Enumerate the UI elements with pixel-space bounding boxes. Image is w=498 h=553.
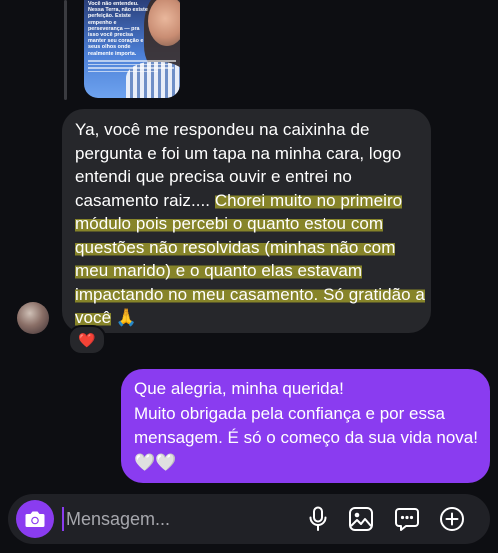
sent-message-line1: Que alegria, minha querida! (134, 379, 344, 398)
prayer-emoji: 🙏 (111, 308, 138, 327)
sender-avatar[interactable] (17, 302, 49, 334)
story-text: Você não entendeu. Nessa Terra, não exis… (88, 1, 148, 57)
plus-circle-icon (440, 507, 464, 531)
sent-message-line2: Muito obrigada pela confiança e por essa… (134, 403, 478, 472)
heart-reaction[interactable]: ❤️ (68, 325, 106, 355)
message-composer: Mensagem... (8, 494, 490, 544)
camera-icon (25, 511, 45, 527)
received-message-bubble[interactable]: Ya, você me respondeu na caixinha de per… (62, 109, 431, 333)
image-icon (349, 507, 373, 531)
received-message-text: Ya, você me respondeu na caixinha de per… (75, 118, 425, 330)
gallery-button[interactable] (347, 505, 375, 533)
received-message-highlight: Chorei muito no primeiro módulo pois per… (75, 190, 425, 327)
microphone-icon (309, 506, 327, 531)
story-reply-thumbnail[interactable]: Você não entendeu. Nessa Terra, não exis… (84, 0, 180, 98)
story-reply-line (64, 0, 67, 100)
more-button[interactable] (438, 505, 466, 533)
camera-button[interactable] (16, 500, 54, 538)
sent-message-text: Que alegria, minha querida! Muito obriga… (134, 377, 484, 475)
message-input[interactable]: Mensagem... (62, 507, 296, 531)
sticker-button[interactable] (393, 505, 421, 533)
sent-message-bubble[interactable]: Que alegria, minha querida! Muito obriga… (121, 369, 490, 483)
heart-icon: ❤️ (78, 331, 96, 348)
microphone-button[interactable] (304, 505, 332, 533)
chat-bubble-icon (395, 508, 419, 531)
story-fine-print (88, 58, 178, 76)
